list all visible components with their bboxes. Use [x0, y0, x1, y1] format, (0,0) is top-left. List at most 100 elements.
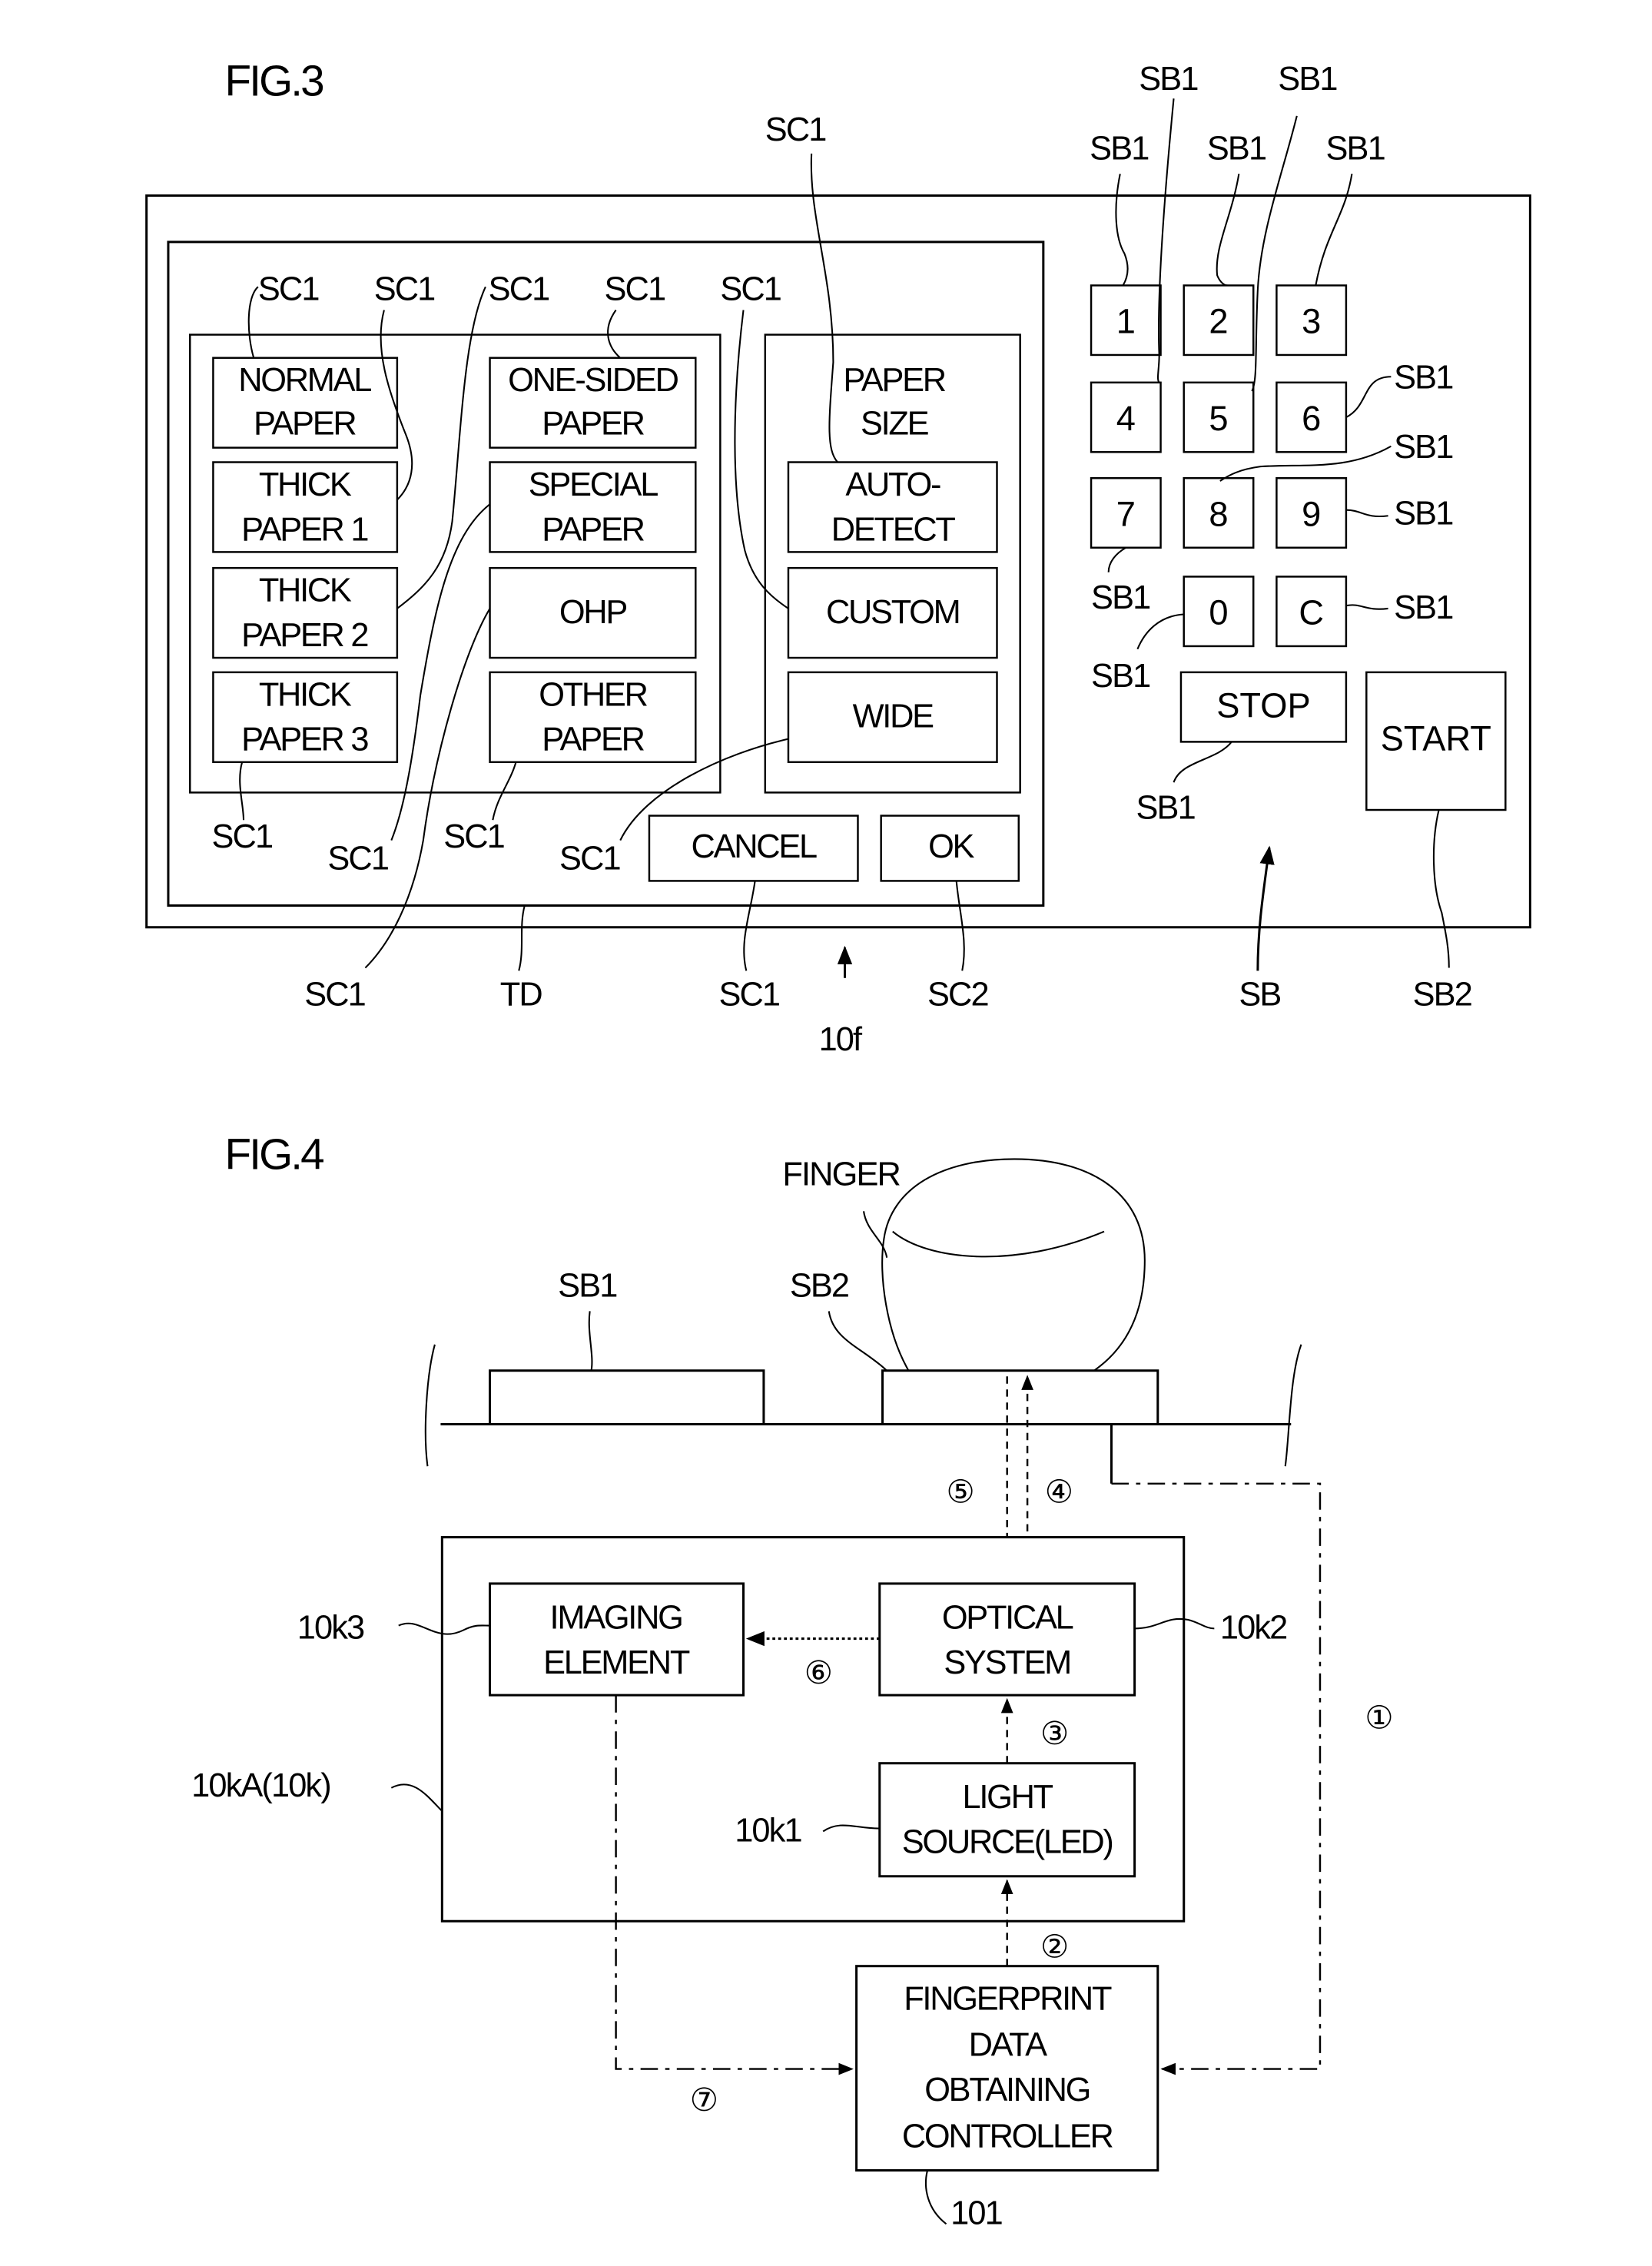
ref-101: 101	[950, 2195, 1002, 2231]
figure-3: FIG.3 NORMAL PAPER THICK PAPER 1 THICK P…	[145, 56, 1531, 1058]
ref-sb2: SB2	[790, 1268, 848, 1305]
key-1-button[interactable]: 1	[1090, 284, 1162, 357]
svg-text:WIDE: WIDE	[853, 698, 934, 735]
key-7-button[interactable]: 7	[1090, 477, 1162, 549]
svg-text:DETECT: DETECT	[831, 511, 956, 548]
svg-text:OTHER: OTHER	[539, 676, 647, 713]
svg-text:4: 4	[1116, 399, 1136, 438]
svg-text:STOP: STOP	[1216, 685, 1310, 725]
paper-type-one-sided-button[interactable]: ONE-SIDED PAPER	[489, 357, 697, 449]
svg-text:2: 2	[1209, 302, 1228, 341]
light-source-block: LIGHT SOURCE(LED)	[878, 1762, 1136, 1878]
key-2-button[interactable]: 2	[1183, 284, 1255, 357]
paper-type-thick-2-button[interactable]: THICK PAPER 2	[212, 566, 399, 659]
cancel-button[interactable]: CANCEL	[648, 814, 859, 882]
key-3-button[interactable]: 3	[1275, 284, 1348, 357]
svg-text:OHP: OHP	[559, 594, 627, 631]
paper-size-custom-button[interactable]: CUSTOM	[787, 566, 998, 659]
ref-sb1: SB1	[1278, 61, 1336, 98]
svg-text:C: C	[1299, 593, 1324, 632]
svg-text:PAPER: PAPER	[542, 722, 644, 758]
key-0-button[interactable]: 0	[1183, 576, 1255, 648]
svg-text:PAPER 2: PAPER 2	[241, 617, 367, 654]
start-key-sb2	[881, 1369, 1159, 1426]
svg-text:PAPER: PAPER	[542, 511, 644, 548]
fingerprint-controller-block: FINGERPRINT DATA OBTAINING CONTROLLER	[855, 1965, 1159, 2172]
start-button[interactable]: START	[1365, 671, 1507, 811]
svg-text:PAPER 3: PAPER 3	[241, 722, 368, 758]
key-clear-button[interactable]: C	[1275, 576, 1348, 648]
svg-text:THICK: THICK	[259, 676, 352, 713]
key-9-button[interactable]: 9	[1275, 477, 1348, 549]
figure-4: FIG.4 FINGER SB1 SB2 ⑤ ④ IMAGING ELEMENT	[191, 1130, 1393, 2232]
svg-text:CANCEL: CANCEL	[692, 828, 817, 865]
finger-label: FINGER	[782, 1156, 900, 1193]
paper-type-ohp-button[interactable]: OHP	[489, 566, 697, 659]
ref-sc1: SC1	[605, 270, 665, 307]
svg-text:SYSTEM: SYSTEM	[944, 1644, 1070, 1681]
paper-size-wide-button[interactable]: WIDE	[787, 671, 998, 764]
svg-text:START: START	[1381, 719, 1491, 758]
ref-10k2: 10k2	[1220, 1610, 1286, 1647]
svg-text:7: 7	[1116, 494, 1136, 533]
step-4: ④	[1045, 1473, 1073, 1509]
leader-line	[588, 1311, 593, 1371]
ref-sc1: SC1	[327, 840, 388, 877]
ref-sc1: SC1	[374, 270, 435, 307]
key-6-button[interactable]: 6	[1275, 381, 1348, 453]
svg-text:AUTO-: AUTO-	[845, 466, 940, 503]
svg-text:IMAGING: IMAGING	[550, 1599, 682, 1636]
ref-sb1: SB1	[1326, 130, 1385, 167]
leader-line	[390, 1783, 443, 1812]
paper-type-special-button[interactable]: SPECIAL PAPER	[489, 461, 697, 553]
ref-sb1: SB1	[1091, 658, 1149, 695]
ref-sb1: SB1	[1090, 130, 1148, 167]
ref-sb: SB	[1239, 977, 1280, 1014]
svg-text:SPECIAL: SPECIAL	[529, 466, 658, 503]
step-1: ①	[1365, 1699, 1393, 1735]
svg-text:3: 3	[1302, 302, 1321, 341]
svg-text:CONTROLLER: CONTROLLER	[902, 2118, 1113, 2155]
optical-system-block: OPTICAL SYSTEM	[878, 1582, 1136, 1697]
ref-td: TD	[500, 977, 542, 1014]
key-8-button[interactable]: 8	[1183, 477, 1255, 549]
ref-10ka: 10kA(10k)	[191, 1767, 330, 1804]
ref-sb1: SB1	[1139, 61, 1197, 98]
ref-sc1: SC1	[489, 270, 549, 307]
patent-figure-sheet: FIG.3 NORMAL PAPER THICK PAPER 1 THICK P…	[145, 56, 1531, 2232]
step-5: ⑤	[947, 1473, 975, 1509]
svg-text:CUSTOM: CUSTOM	[826, 594, 960, 631]
svg-text:NORMAL: NORMAL	[238, 362, 371, 399]
leader-line	[862, 1211, 888, 1258]
paper-size-auto-detect-button[interactable]: AUTO- DETECT	[787, 461, 998, 553]
ref-sc1: SC1	[559, 840, 620, 877]
ok-button[interactable]: OK	[880, 814, 1020, 882]
paper-type-normal-button[interactable]: NORMAL PAPER	[212, 357, 399, 449]
key-4-button[interactable]: 4	[1090, 381, 1162, 453]
ref-sc1: SC1	[212, 818, 273, 855]
ref-sc2: SC2	[927, 977, 988, 1014]
svg-text:LIGHT: LIGHT	[963, 1779, 1053, 1816]
step-2: ②	[1040, 1928, 1069, 1964]
svg-text:8: 8	[1209, 494, 1228, 533]
step-7: ⑦	[690, 2082, 718, 2118]
leader-line	[828, 1311, 887, 1372]
ref-sb1: SB1	[1394, 496, 1452, 532]
paper-type-thick-3-button[interactable]: THICK PAPER 3	[212, 671, 399, 764]
ref-sb1: SB1	[1394, 589, 1452, 626]
paper-type-thick-1-button[interactable]: THICK PAPER 1	[212, 461, 399, 553]
ref-sc1: SC1	[258, 270, 319, 307]
key-5-button[interactable]: 5	[1183, 381, 1255, 453]
paper-type-other-button[interactable]: OTHER PAPER	[489, 671, 697, 764]
fig4-title: FIG.4	[224, 1130, 323, 1179]
svg-text:1: 1	[1116, 302, 1136, 341]
svg-text:FINGERPRINT: FINGERPRINT	[904, 1980, 1112, 2017]
ref-sc1: SC1	[443, 818, 504, 855]
ref-panel-10f: 10f	[819, 1021, 863, 1058]
break-mark-right	[1284, 1344, 1302, 1467]
ref-sc1: SC1	[718, 977, 779, 1014]
ref-sc1: SC1	[765, 111, 826, 148]
stop-button[interactable]: STOP	[1179, 671, 1348, 743]
svg-text:OBTAINING: OBTAINING	[924, 2072, 1090, 2108]
ref-sb1: SB1	[1136, 789, 1195, 826]
